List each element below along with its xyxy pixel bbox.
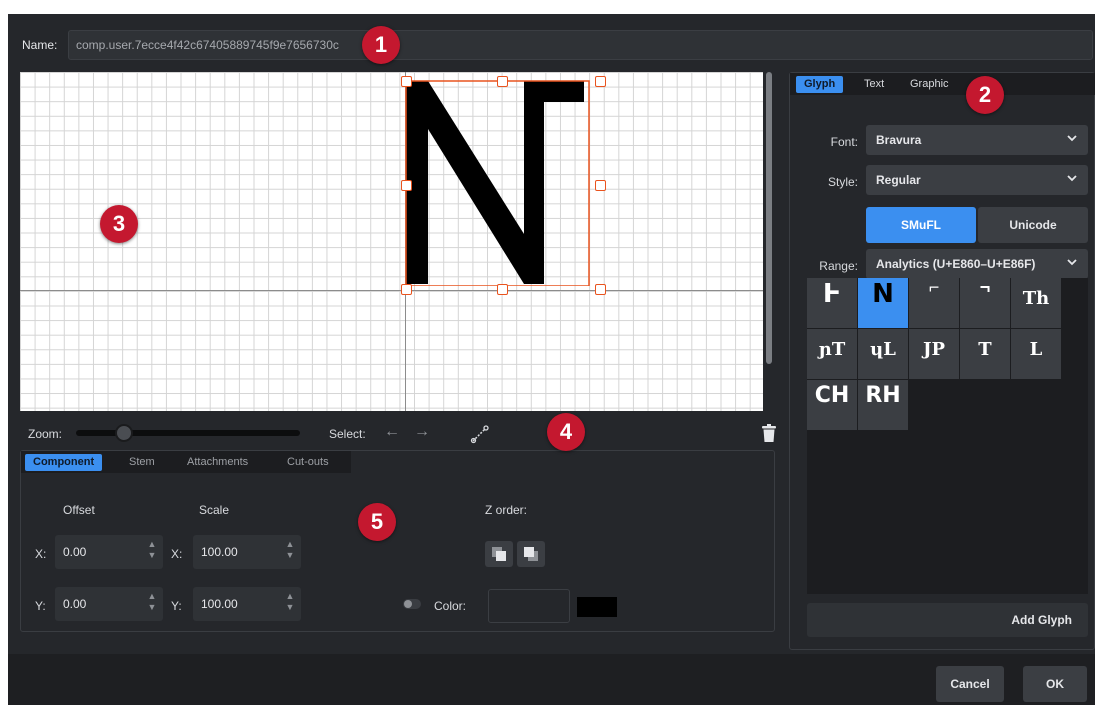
color-field[interactable]	[488, 589, 570, 623]
offset-label: Offset	[63, 503, 95, 517]
glyph-cell[interactable]: JP	[909, 329, 959, 379]
send-backward-button[interactable]	[517, 541, 545, 567]
callout-2: 2	[966, 76, 1004, 114]
resize-handle-right[interactable]	[595, 180, 606, 191]
ok-button[interactable]: OK	[1023, 666, 1087, 702]
style-value: Regular	[876, 173, 921, 187]
scale-y-stepper[interactable]: ▲ ▼	[285, 591, 295, 617]
canvas-baseline	[20, 290, 763, 291]
tab-graphic[interactable]: Graphic	[902, 76, 957, 93]
glyph-cell[interactable]: L	[1011, 329, 1061, 379]
glyph-cell[interactable]: Th	[1011, 278, 1061, 328]
chevron-down-icon	[1067, 259, 1077, 266]
scale-label: Scale	[199, 503, 230, 517]
zoom-label: Zoom:	[28, 427, 63, 441]
resize-handle-left[interactable]	[401, 180, 412, 191]
glyph-cell[interactable]: Ⱶ	[807, 278, 857, 328]
offset-x-field[interactable]: 0.00 ▲ ▼	[55, 535, 163, 569]
glyph-canvas[interactable]	[20, 72, 763, 411]
edit-attachment-icon[interactable]	[470, 424, 490, 444]
scale-y-label: Y:	[171, 599, 182, 613]
resize-handle-bottom-right[interactable]	[595, 284, 606, 295]
range-label: Range:	[819, 259, 858, 273]
offset-x-stepper[interactable]: ▲ ▼	[147, 539, 157, 565]
scale-x-stepper[interactable]: ▲ ▼	[285, 539, 295, 565]
cancel-button[interactable]: Cancel	[936, 666, 1004, 702]
dialog-footer: Cancel OK	[8, 654, 1095, 705]
glyph-cell[interactable]: ɲT	[807, 329, 857, 379]
callout-1: 1	[362, 26, 400, 64]
select-previous-icon[interactable]: ←	[384, 423, 400, 441]
glyph-cell[interactable]: CH	[807, 380, 857, 430]
scale-y-field[interactable]: 100.00 ▲ ▼	[193, 587, 301, 621]
offset-y-value: 0.00	[63, 597, 87, 611]
resize-handle-top[interactable]	[497, 76, 508, 87]
callout-4: 4	[547, 413, 585, 451]
bring-forward-button[interactable]	[485, 541, 513, 567]
glyph-cell[interactable]: RH	[858, 380, 908, 430]
properties-tabs: Component Stem Attachments Cut-outs	[21, 451, 351, 473]
component-properties-panel: Component Stem Attachments Cut-outs Offs…	[20, 450, 775, 632]
scale-y-value: 100.00	[201, 597, 238, 611]
chevron-down-icon	[1067, 175, 1077, 182]
glyph-cell[interactable]: ɥL	[858, 329, 908, 379]
scale-x-field[interactable]: 100.00 ▲ ▼	[193, 535, 301, 569]
tab-attachments[interactable]: Attachments	[179, 454, 256, 471]
select-next-icon[interactable]: →	[414, 423, 430, 441]
font-dropdown[interactable]: Bravura	[866, 125, 1088, 155]
range-value: Analytics (U+E860–U+E86F)	[876, 257, 1036, 271]
resize-handle-bottom[interactable]	[497, 284, 508, 295]
selected-glyph-n[interactable]	[394, 74, 590, 286]
offset-y-field[interactable]: 0.00 ▲ ▼	[55, 587, 163, 621]
style-label: Style:	[827, 175, 858, 189]
color-swatch[interactable]	[577, 597, 617, 617]
scale-x-value: 100.00	[201, 545, 238, 559]
zoom-select-bar: Zoom: Select: ← →	[20, 418, 776, 448]
tab-text[interactable]: Text	[856, 76, 892, 93]
edit-component-dialog: Name: comp.user.7ecce4f42c67405889745f9e…	[8, 14, 1095, 705]
tab-glyph[interactable]: Glyph	[796, 76, 844, 93]
zoom-slider-thumb[interactable]	[115, 424, 133, 442]
unicode-toggle-button[interactable]: Unicode	[978, 207, 1088, 243]
offset-y-label: Y:	[35, 599, 46, 613]
zoom-slider[interactable]	[76, 430, 300, 436]
color-toggle[interactable]	[403, 599, 421, 609]
resize-handle-top-right[interactable]	[595, 76, 606, 87]
style-dropdown[interactable]: Regular	[866, 165, 1088, 195]
color-label: Color:	[434, 599, 467, 613]
resize-handle-bottom-left[interactable]	[401, 284, 412, 295]
scale-x-label: X:	[171, 547, 183, 561]
callout-3: 3	[100, 205, 138, 243]
name-field[interactable]: comp.user.7ecce4f42c67405889745f9e765673…	[68, 30, 1093, 60]
glyph-cell[interactable]: ¬	[960, 278, 1010, 328]
font-value: Bravura	[876, 133, 922, 147]
source-tabs: Glyph Text Graphic	[790, 73, 1095, 95]
font-label: Font:	[830, 135, 858, 149]
canvas-scrollbar[interactable]	[766, 72, 772, 364]
glyph-cell-selected[interactable]: N	[858, 278, 908, 328]
glyph-grid: Ⱶ N ⌐ ¬ Th ɲT ɥL JP T L CH RH	[807, 278, 1088, 594]
name-label: Name:	[22, 38, 58, 52]
resize-handle-top-left[interactable]	[401, 76, 412, 87]
bring-forward-icon	[492, 547, 506, 561]
range-dropdown[interactable]: Analytics (U+E860–U+E86F)	[866, 249, 1088, 279]
select-label: Select:	[329, 427, 366, 441]
tab-cut-outs[interactable]: Cut-outs	[279, 454, 337, 471]
offset-x-value: 0.00	[63, 545, 87, 559]
tab-stem[interactable]: Stem	[121, 454, 163, 471]
tab-component[interactable]: Component	[25, 454, 103, 471]
offset-y-stepper[interactable]: ▲ ▼	[147, 591, 157, 617]
offset-x-label: X:	[35, 547, 47, 561]
trash-icon[interactable]	[762, 424, 776, 442]
glyph-cell[interactable]: ⌐	[909, 278, 959, 328]
add-glyph-button[interactable]: Add Glyph	[807, 603, 1088, 637]
chevron-down-icon	[1067, 135, 1077, 142]
glyph-source-panel: Glyph Text Graphic Font: Bravura Style: …	[789, 72, 1095, 650]
glyph-cell[interactable]: T	[960, 329, 1010, 379]
callout-5: 5	[358, 503, 396, 541]
app-root: Name: comp.user.7ecce4f42c67405889745f9e…	[0, 0, 1095, 705]
z-order-label: Z order:	[485, 503, 528, 517]
smufl-toggle-button[interactable]: SMuFL	[866, 207, 976, 243]
send-backward-icon	[524, 547, 538, 561]
